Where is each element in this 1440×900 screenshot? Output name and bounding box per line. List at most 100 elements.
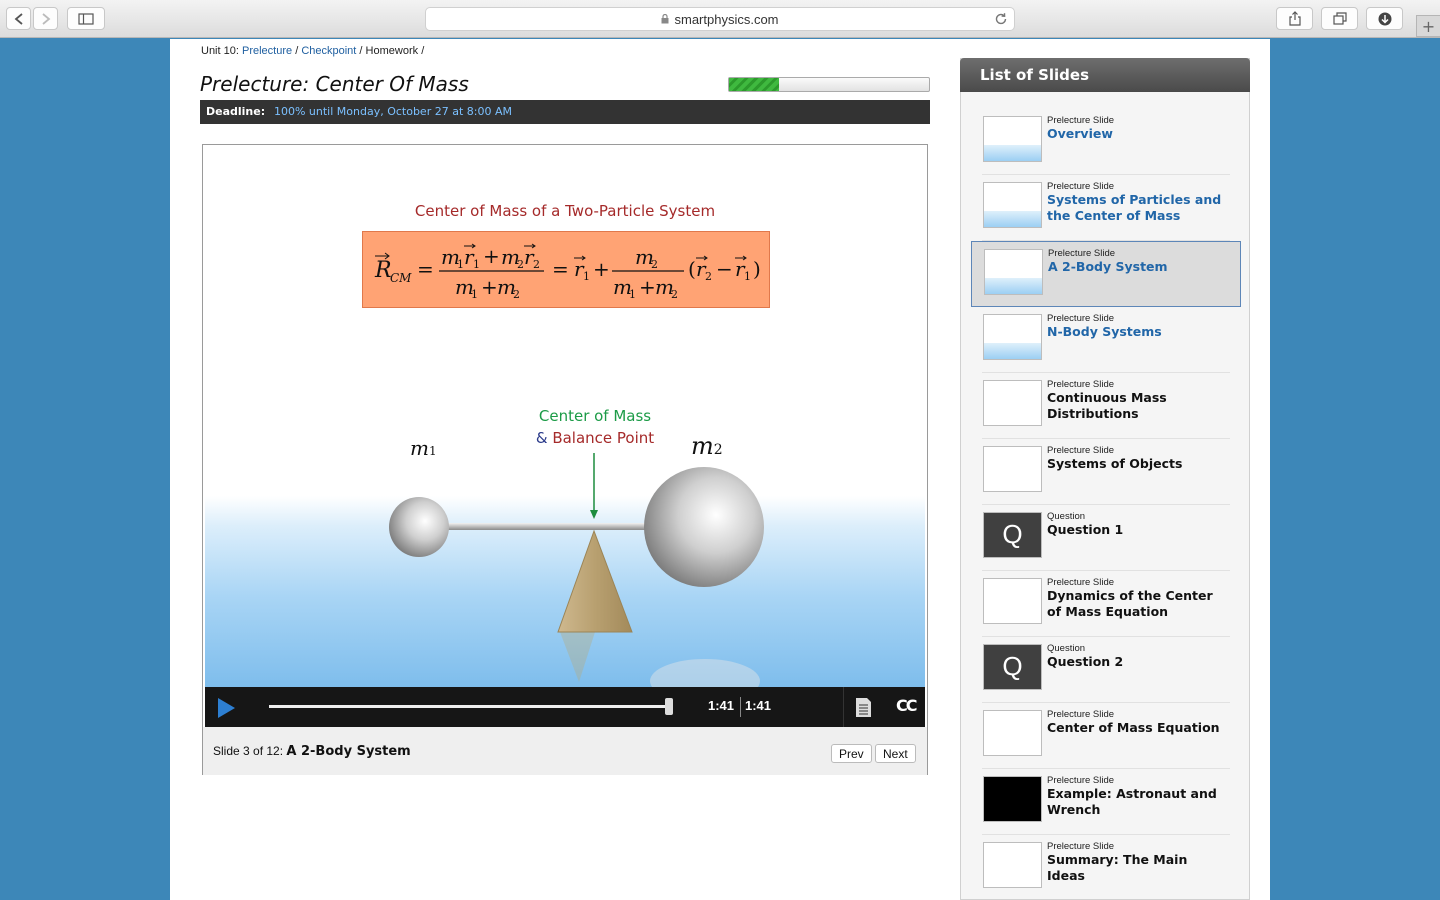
slide-list-item[interactable]: Prelecture Slide Systems of Objects (982, 439, 1230, 505)
notes-icon[interactable] (855, 697, 872, 718)
mass-two-sphere (644, 467, 764, 587)
breadcrumb-checkpoint-link[interactable]: Checkpoint (301, 45, 356, 57)
thumbnail-sky (984, 211, 1041, 227)
slide-item-text: Prelecture Slide Center of Mass Equation (1047, 710, 1227, 736)
slide-list-item[interactable]: Prelecture Slide Dynamics of the Center o… (982, 571, 1230, 637)
slide-list-item[interactable]: Prelecture Slide Continuous Mass Distribu… (982, 373, 1230, 439)
arrow-head (590, 510, 598, 519)
progress-fill (729, 78, 779, 91)
deadline-bar: Deadline: 100% until Monday, October 27 … (200, 100, 930, 124)
thumbnail-sky (984, 145, 1041, 161)
play-icon[interactable] (215, 697, 237, 719)
chevron-right-icon (41, 12, 50, 25)
prev-button[interactable]: Prev (831, 744, 872, 763)
slide-list-item[interactable]: Prelecture Slide Summary: The Main Ideas (982, 835, 1230, 900)
reload-icon[interactable] (994, 12, 1008, 26)
slide-thumbnail (983, 710, 1042, 756)
slide-thumbnail (984, 249, 1043, 295)
slide-item-title: Systems of Particles and the Center of M… (1047, 192, 1222, 223)
slide-item-title: Systems of Objects (1047, 456, 1183, 471)
slide-item-title: Question 1 (1047, 522, 1124, 537)
slide-list-panel: List of Slides Prelecture Slide Overview P… (960, 58, 1250, 900)
slide-item-text: Prelecture Slide Systems of Particles and… (1047, 182, 1227, 224)
slide-list-item[interactable]: Q Question Question 2 (982, 637, 1230, 703)
two-body-diagram (389, 453, 764, 687)
seek-bar[interactable] (269, 705, 667, 708)
slide-list-item[interactable]: Prelecture Slide Example: Astronaut and W… (982, 769, 1230, 835)
sidebar-toggle-button[interactable] (67, 7, 105, 30)
slide-item-title: Summary: The Main Ideas (1047, 852, 1188, 883)
connecting-rod (445, 523, 655, 530)
slide-item-type: Prelecture Slide (1047, 709, 1115, 720)
slide-item-text: Question Question 1 (1047, 512, 1227, 538)
deadline-label: Deadline: (206, 105, 266, 118)
slide-item-text: Prelecture Slide Continuous Mass Distribu… (1047, 380, 1227, 422)
plus-icon: + (1421, 16, 1436, 36)
slide-item-type: Prelecture Slide (1047, 313, 1115, 324)
slide-thumbnail (983, 776, 1042, 822)
slide-item-type: Prelecture Slide (1047, 775, 1115, 786)
slide-canvas[interactable]: Center of Mass of a Two-Particle System … (205, 146, 925, 687)
page-title: Prelecture: Center Of Mass (200, 72, 469, 96)
slide-thumbnail (983, 314, 1042, 360)
tabs-button[interactable] (1321, 7, 1358, 30)
fulcrum (557, 529, 633, 633)
slide-item-type: Prelecture Slide (1048, 248, 1116, 259)
browser-toolbar: smartphysics.com + (0, 0, 1440, 38)
slide-thumbnail (983, 446, 1042, 492)
slide-counter: Slide 3 of 12: (213, 744, 284, 758)
slide-list-item[interactable]: Prelecture Slide Systems of Particles and… (982, 175, 1230, 241)
slide-list-item[interactable]: Prelecture Slide N-Body Systems (982, 307, 1230, 373)
slide-item-title: Center of Mass Equation (1047, 720, 1220, 735)
slide-list-item[interactable]: Prelecture Slide A 2-Body System (971, 241, 1241, 307)
slide-item-type: Prelecture Slide (1047, 379, 1115, 390)
breadcrumb-separator: / (295, 45, 299, 57)
slide-item-text: Prelecture Slide Overview (1047, 116, 1227, 142)
breadcrumb-prelecture-link[interactable]: Prelecture (242, 45, 292, 57)
breadcrumb-homework: Homework (365, 45, 419, 57)
slide-list-item[interactable]: Prelecture Slide Center of Mass Equation (982, 703, 1230, 769)
slide-thumbnail (983, 182, 1042, 228)
slide-footer: Slide 3 of 12: A 2-Body System Prev Next (203, 727, 927, 775)
thumbnail-sky (984, 343, 1041, 359)
seek-handle[interactable] (665, 698, 673, 715)
slide-item-text: Prelecture Slide N-Body Systems (1047, 314, 1227, 340)
share-button[interactable] (1276, 7, 1313, 30)
time-divider (740, 697, 741, 717)
breadcrumb-separator: / (421, 45, 425, 57)
slide-item-type: Prelecture Slide (1047, 115, 1115, 126)
url-bar[interactable]: smartphysics.com (425, 7, 1015, 31)
slide-item-type: Prelecture Slide (1047, 841, 1115, 852)
back-button[interactable] (6, 7, 31, 30)
slide-thumbnail (983, 578, 1042, 624)
forward-button[interactable] (33, 7, 58, 30)
slide-item-text: Question Question 2 (1047, 644, 1227, 670)
downloads-button[interactable] (1366, 7, 1403, 30)
slide-list-header: List of Slides (960, 58, 1250, 92)
download-icon (1378, 12, 1391, 25)
slide-item-type: Prelecture Slide (1047, 577, 1115, 588)
next-button[interactable]: Next (875, 744, 916, 763)
breadcrumb-separator: / (359, 45, 363, 57)
new-tab-button[interactable]: + (1416, 15, 1440, 37)
current-time: 1:41 (708, 698, 735, 713)
slide-list-item[interactable]: Prelecture Slide Overview (982, 109, 1230, 175)
slide-item-type: Prelecture Slide (1047, 445, 1115, 456)
closed-captions-button[interactable]: CC (896, 696, 918, 715)
slide-item-text: Prelecture Slide Example: Astronaut and W… (1047, 776, 1227, 818)
breadcrumb: Unit 10: Prelecture / Checkpoint / Homew… (201, 45, 424, 57)
slide-item-text: Prelecture Slide A 2-Body System (1048, 249, 1228, 275)
url-text: smartphysics.com (674, 11, 779, 27)
slide-thumbnail (983, 842, 1042, 888)
slide-status: Slide 3 of 12: A 2-Body System (213, 744, 411, 759)
slide-item-title: A 2-Body System (1048, 259, 1168, 274)
sphere-reflection (650, 659, 760, 687)
lock-icon (661, 14, 669, 24)
sidebar-icon (78, 12, 94, 25)
question-icon: Q (1002, 519, 1023, 549)
slide-item-text: Prelecture Slide Summary: The Main Ideas (1047, 842, 1227, 884)
controls-divider (843, 687, 844, 727)
slide-item-title: Dynamics of the Center of Mass Equation (1047, 588, 1213, 619)
deadline-value: 100% until Monday, October 27 at 8:00 AM (273, 105, 512, 118)
slide-list-item[interactable]: Q Question Question 1 (982, 505, 1230, 571)
